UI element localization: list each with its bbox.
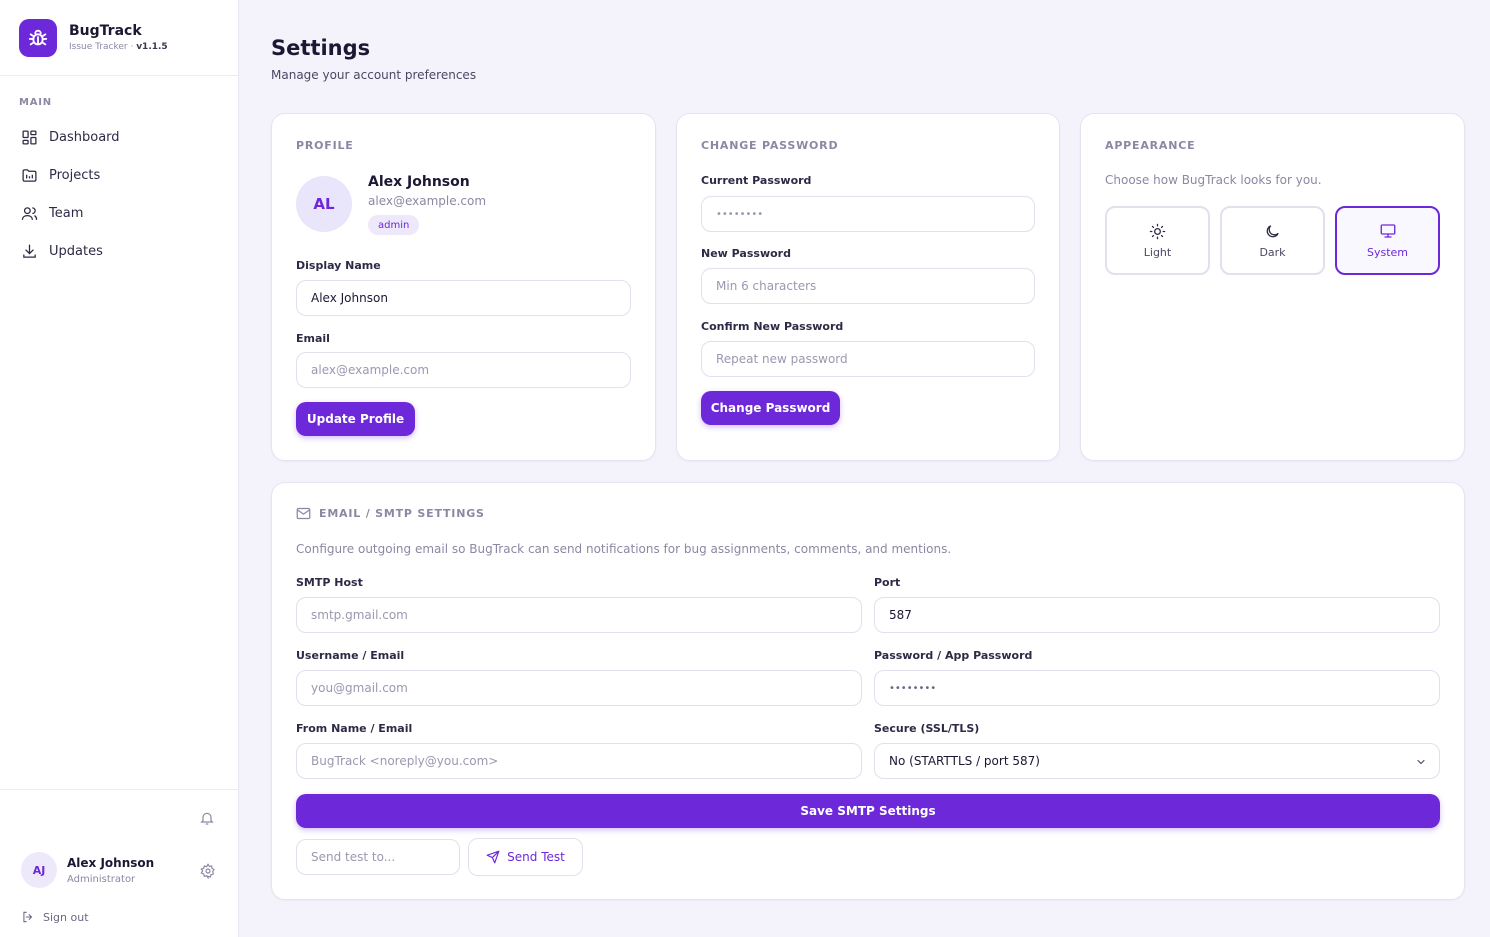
theme-dark-option[interactable]: Dark [1220, 206, 1325, 275]
secure-label: Secure (SSL/TLS) [874, 722, 980, 735]
sidebar-item-label: Projects [49, 167, 101, 183]
username-input[interactable]: you@gmail.com [296, 670, 862, 706]
send-icon [486, 850, 500, 864]
appearance-description: Choose how BugTrack looks for you. [1105, 173, 1322, 187]
smtp-description: Configure outgoing email so BugTrack can… [296, 542, 952, 556]
change-password-title: CHANGE PASSWORD [701, 139, 839, 152]
email-field[interactable]: alex@example.com [296, 352, 631, 388]
projects-icon [19, 165, 39, 185]
from-label: From Name / Email [296, 722, 413, 735]
smtp-title: EMAIL / SMTP SETTINGS [296, 507, 485, 520]
update-profile-button[interactable]: Update Profile [296, 402, 415, 436]
sidebar-item-label: Dashboard [49, 129, 120, 145]
smtp-title-text: EMAIL / SMTP SETTINGS [319, 507, 485, 520]
theme-light-option[interactable]: Light [1105, 206, 1210, 275]
smtp-host-label: SMTP Host [296, 576, 363, 589]
profile-avatar: AL [296, 176, 352, 232]
profile-email: alex@example.com [368, 194, 487, 208]
bug-logo-icon [19, 18, 57, 57]
email-label: Email [296, 332, 330, 345]
app-name: BugTrack [69, 23, 142, 39]
profile-name: Alex Johnson [368, 174, 470, 190]
app-version: v1.1.5 [136, 42, 168, 52]
theme-system-label: System [1366, 246, 1409, 259]
username-label: Username / Email [296, 649, 405, 662]
sidebar-item-dashboard[interactable]: Dashboard [19, 118, 219, 156]
send-test-input[interactable]: Send test to... [296, 839, 460, 875]
current-password-input[interactable]: •••••••• [701, 196, 1035, 232]
app-password-input[interactable]: •••••••• [874, 670, 1440, 706]
team-icon [19, 203, 39, 223]
app-subtitle: Issue Tracker · v1.1.5 [69, 42, 168, 52]
current-password-label: Current Password [701, 174, 812, 187]
user-name: Alex Johnson [67, 855, 155, 870]
dashboard-icon [19, 127, 39, 147]
confirm-password-input[interactable]: Repeat new password [701, 341, 1035, 377]
mail-icon [296, 507, 311, 520]
sidebar-item-projects[interactable]: Projects [19, 156, 219, 194]
brand: BugTrack Issue Tracker · v1.1.5 [0, 0, 238, 76]
new-password-input[interactable]: Min 6 characters [701, 268, 1035, 304]
send-test-button[interactable]: Send Test [468, 838, 583, 876]
sidebar-item-label: Team [49, 205, 84, 221]
secure-select-value: No (STARTTLS / port 587) [889, 754, 1040, 768]
profile-card-title: PROFILE [296, 139, 354, 152]
signout-label: Sign out [43, 910, 89, 924]
sidebar-nav: Dashboard Projects Team Updates [19, 118, 219, 270]
signout-link[interactable]: Sign out [21, 910, 89, 924]
sidebar-item-updates[interactable]: Updates [19, 232, 219, 270]
page-subtitle: Manage your account preferences [271, 68, 477, 82]
nav-section-label: MAIN [19, 97, 52, 108]
smtp-settings-card: EMAIL / SMTP SETTINGS Configure outgoing… [271, 482, 1465, 900]
change-password-button[interactable]: Change Password [701, 391, 840, 425]
download-icon [19, 241, 39, 261]
role-badge: admin [368, 215, 420, 235]
user-role: Administrator [67, 873, 136, 885]
theme-dark-label: Dark [1259, 245, 1286, 259]
appearance-card: APPEARANCE Choose how BugTrack looks for… [1080, 113, 1465, 461]
new-password-label: New Password [701, 247, 791, 260]
sidebar-item-team[interactable]: Team [19, 194, 219, 232]
app-subtitle-text: Issue Tracker · [69, 42, 137, 52]
from-input[interactable]: BugTrack <noreply@you.com> [296, 743, 862, 779]
change-password-card: CHANGE PASSWORD Current Password •••••••… [676, 113, 1060, 461]
secure-select[interactable]: No (STARTTLS / port 587) [874, 743, 1440, 779]
confirm-password-label: Confirm New Password [701, 320, 844, 333]
chevron-down-icon [1417, 759, 1425, 765]
user-profile[interactable]: AJ Alex Johnson Administrator [21, 852, 154, 888]
save-smtp-button[interactable]: Save SMTP Settings [296, 794, 1440, 828]
sidebar-footer: AJ Alex Johnson Administrator Sign out [0, 789, 238, 937]
profile-card: PROFILE AL Alex Johnson alex@example.com… [271, 113, 656, 461]
port-input[interactable]: 587 [874, 597, 1440, 633]
smtp-host-input[interactable]: smtp.gmail.com [296, 597, 862, 633]
signout-icon [23, 911, 33, 923]
page-title: Settings [271, 36, 371, 60]
display-name-input[interactable]: Alex Johnson [296, 280, 631, 316]
send-test-label: Send Test [507, 850, 565, 864]
bell-icon[interactable] [199, 810, 217, 828]
sidebar: BugTrack Issue Tracker · v1.1.5 MAIN Das… [0, 0, 239, 937]
avatar: AJ [21, 852, 57, 888]
theme-light-label: Light [1143, 245, 1172, 259]
display-name-label: Display Name [296, 259, 381, 272]
sidebar-item-label: Updates [49, 243, 103, 259]
monitor-icon [1380, 224, 1395, 238]
theme-system-option[interactable]: System [1335, 206, 1440, 275]
appearance-title: APPEARANCE [1105, 139, 1196, 152]
sun-icon [1149, 223, 1166, 239]
moon-icon [1266, 224, 1279, 237]
app-password-label: Password / App Password [874, 649, 1033, 662]
gear-icon[interactable] [200, 863, 216, 880]
port-label: Port [874, 576, 901, 589]
